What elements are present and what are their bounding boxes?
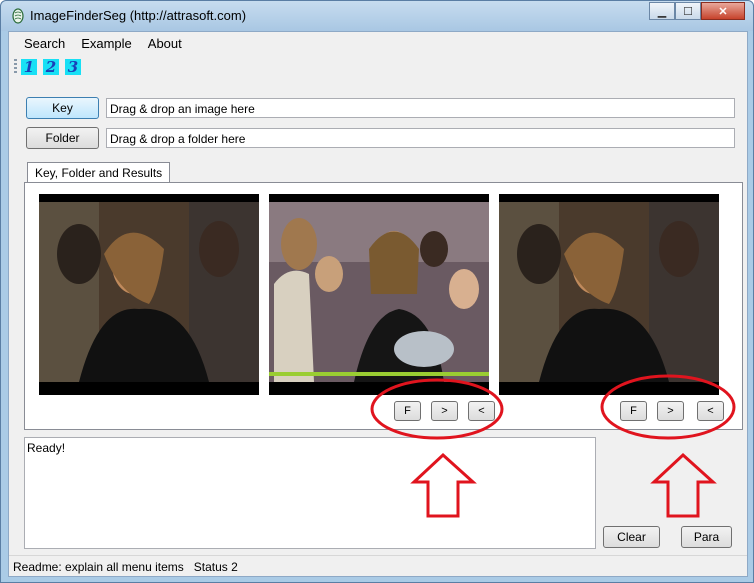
status-bar: Readme: explain all menu items Status 2: [9, 555, 747, 577]
folder-button[interactable]: Folder: [26, 127, 99, 149]
maximize-button[interactable]: ☐: [675, 2, 701, 20]
tab-key-folder-results[interactable]: Key, Folder and Results: [27, 162, 171, 183]
output-textarea[interactable]: Ready!: [24, 437, 596, 549]
window-controls: ▁ ☐ ✕: [649, 2, 745, 22]
title-bar[interactable]: ImageFinderSeg (http://attrasoft.com) ▁ …: [1, 1, 753, 31]
menu-about[interactable]: About: [140, 32, 190, 54]
window-title: ImageFinderSeg (http://attrasoft.com): [30, 8, 247, 23]
folder-next-button[interactable]: >: [431, 401, 458, 421]
close-button[interactable]: ✕: [701, 2, 745, 20]
key-button[interactable]: Key: [26, 97, 99, 119]
folder-image: [269, 194, 489, 395]
menu-search[interactable]: Search: [9, 32, 73, 54]
result-prev-button[interactable]: <: [697, 401, 724, 421]
toolbar: 1 2 3: [9, 56, 87, 78]
result-image: [499, 194, 719, 395]
results-tab-panel: F > < F > <: [24, 182, 743, 430]
toolbar-button-2[interactable]: 2: [43, 58, 59, 76]
menu-example[interactable]: Example: [73, 32, 140, 54]
menu-bar: Search Example About: [9, 32, 747, 54]
status-readme: Readme: explain all menu items: [13, 559, 184, 574]
result-next-button[interactable]: >: [657, 401, 684, 421]
status-2: Status 2: [193, 559, 238, 574]
result-first-button[interactable]: F: [620, 401, 647, 421]
key-image: [39, 194, 259, 395]
minimize-button[interactable]: ▁: [649, 2, 675, 20]
clear-button[interactable]: Clear: [603, 526, 660, 548]
toolbar-button-1[interactable]: 1: [21, 58, 37, 76]
toolbar-grip[interactable]: [14, 59, 17, 75]
folder-path-field[interactable]: Drag & drop a folder here: [106, 128, 735, 148]
app-icon: [12, 8, 24, 24]
para-button[interactable]: Para: [681, 526, 732, 548]
key-path-field[interactable]: Drag & drop an image here: [106, 98, 735, 118]
folder-prev-button[interactable]: <: [468, 401, 495, 421]
toolbar-button-3[interactable]: 3: [65, 58, 81, 76]
app-window: ImageFinderSeg (http://attrasoft.com) ▁ …: [0, 0, 754, 583]
folder-first-button[interactable]: F: [394, 401, 421, 421]
client-area: Search Example About 1 2 3 Key Drag & dr…: [8, 31, 748, 577]
